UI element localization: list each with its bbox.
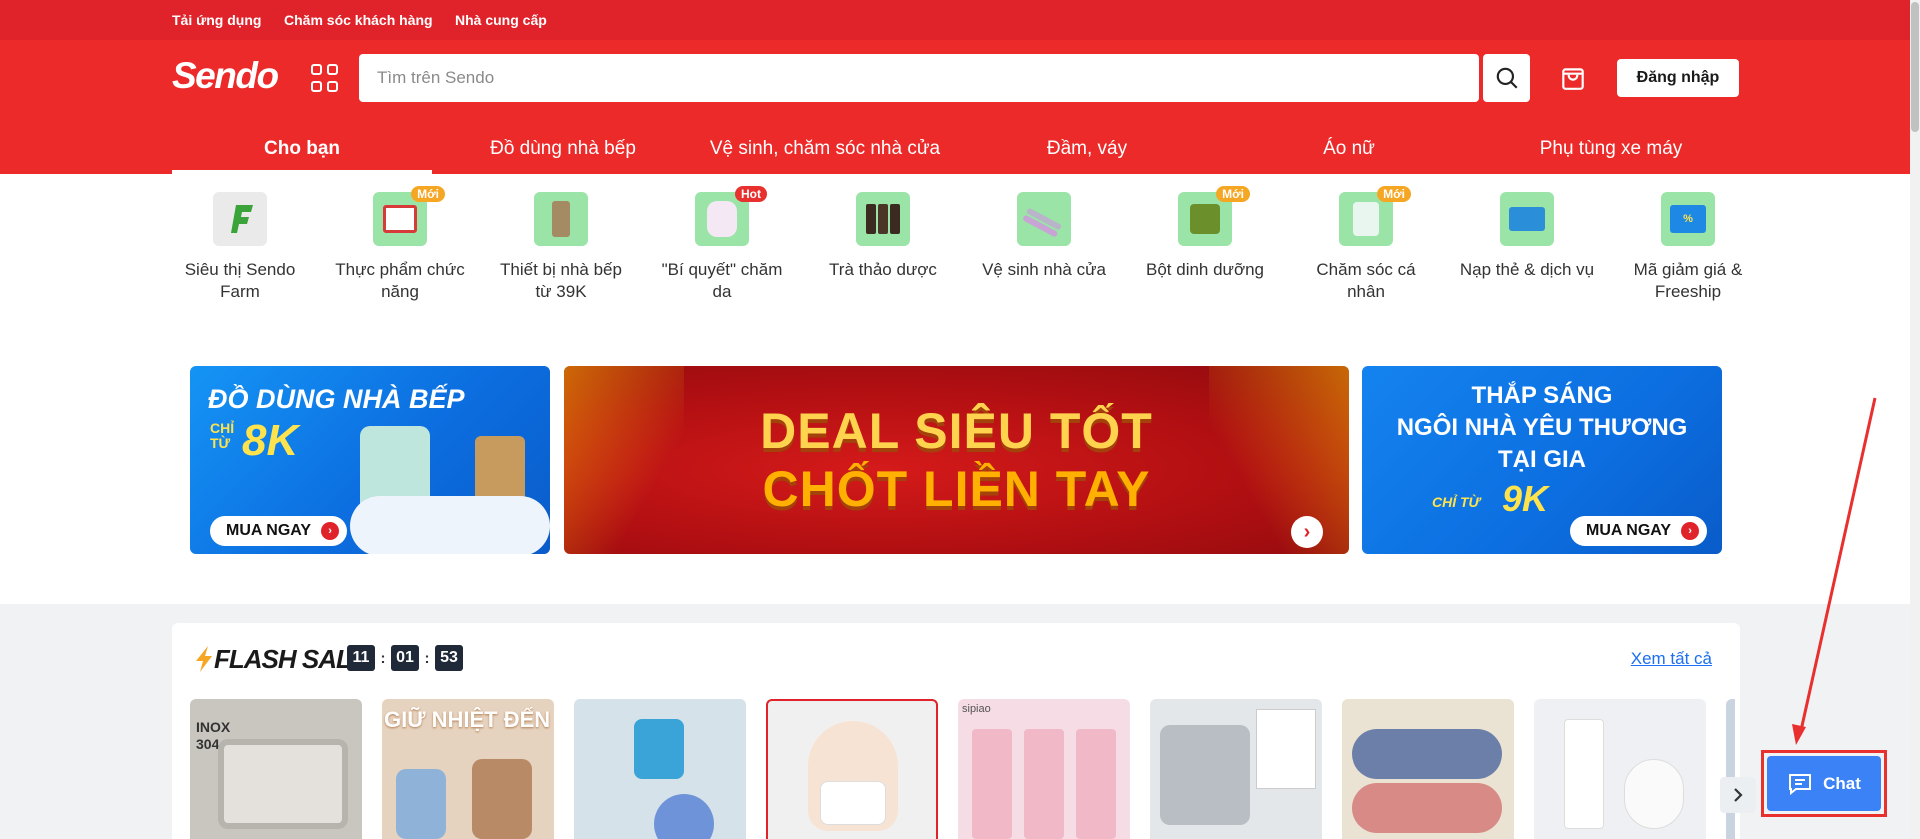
personal-care-icon: Mới	[1339, 186, 1411, 246]
topup-card-icon	[1500, 192, 1554, 246]
sendo-farm-icon	[213, 192, 267, 246]
see-all-link[interactable]: Xem tất cả	[1631, 649, 1712, 669]
page-content: Tải ứng dụng Chăm sóc khách hàng Nhà cun…	[0, 0, 1910, 839]
search-box	[359, 54, 1479, 102]
login-button[interactable]: Đăng nhập	[1617, 59, 1739, 97]
voucher-icon: %	[1661, 192, 1715, 246]
countdown-minutes: 01	[391, 645, 419, 671]
quick-category-nutrition-powder[interactable]: Mới Bột dinh dưỡng	[1137, 186, 1273, 281]
top-utility-bar: Tải ứng dụng Chăm sóc khách hàng Nhà cun…	[0, 0, 1910, 40]
chat-button[interactable]: Chat	[1767, 756, 1881, 811]
download-app-link[interactable]: Tải ứng dụng	[172, 12, 261, 28]
search-icon	[1496, 67, 1518, 89]
banner-next-arrow-icon[interactable]: ›	[1291, 516, 1323, 548]
countdown-seconds: 53	[435, 645, 463, 671]
page: Tải ứng dụng Chăm sóc khách hàng Nhà cun…	[0, 0, 1920, 839]
kitchen-devices-icon	[534, 192, 588, 246]
new-badge: Mới	[1377, 186, 1411, 202]
countdown-timer: 11 : 01 : 53	[347, 645, 463, 671]
quick-categories: Siêu thị Sendo Farm Mới Thực phẩm chức n…	[172, 186, 1742, 318]
product-card[interactable]	[766, 699, 938, 839]
chat-bubble-icon	[1789, 773, 1812, 795]
countdown-hours: 11	[347, 645, 375, 671]
deal-banner[interactable]: DEAL SIÊU TỐT CHỐT LIỀN TAY ›	[564, 366, 1349, 554]
lightning-icon	[196, 646, 212, 672]
flash-sale-products: INOX 304 GIỮ NHIỆT ĐẾN sipiao	[190, 699, 1735, 839]
new-badge: Mới	[411, 186, 445, 202]
tab-for-you[interactable]: Cho bạn	[172, 124, 432, 174]
hot-badge: Hot	[735, 186, 767, 202]
quick-category-home-cleaning[interactable]: Vệ sinh nhà cửa	[976, 188, 1112, 281]
quick-category-topup-services[interactable]: Nạp thẻ & dịch vụ	[1459, 188, 1595, 281]
nutrition-powder-icon: Mới	[1178, 186, 1250, 246]
quick-category-supplements[interactable]: Mới Thực phẩm chức năng	[332, 186, 468, 303]
categories-grid-icon[interactable]	[311, 64, 339, 92]
quick-category-vouchers[interactable]: % Mã giảm giá & Freeship	[1620, 188, 1756, 303]
products-next-button[interactable]	[1720, 777, 1756, 813]
cart-button[interactable]	[1557, 62, 1589, 94]
product-card[interactable]: sipiao	[958, 699, 1130, 839]
main-header: Sendo Đăng nhập Cho bạn Đồ dùng nhà bếp …	[0, 40, 1910, 174]
quick-category-kitchen-devices[interactable]: Thiết bị nhà bếp từ 39K	[493, 188, 629, 303]
tab-womens-tops[interactable]: Áo nữ	[1218, 124, 1480, 174]
search-button[interactable]	[1483, 54, 1530, 102]
active-tab-indicator	[172, 170, 432, 174]
search-input[interactable]	[359, 54, 1479, 102]
product-card[interactable]	[1726, 699, 1735, 839]
supplements-icon: Mới	[373, 186, 445, 246]
product-card[interactable]	[1150, 699, 1322, 839]
product-card[interactable]: GIỮ NHIỆT ĐẾN	[382, 699, 554, 839]
product-card[interactable]	[1534, 699, 1706, 839]
page-scrollbar[interactable]	[1910, 0, 1920, 839]
banner-buy-now-button[interactable]: MUA NGAY ›	[1570, 516, 1708, 546]
snow-image	[350, 496, 550, 554]
quick-category-herbal-tea[interactable]: Trà thảo dược	[815, 188, 951, 281]
tab-motorbike-parts[interactable]: Phụ tùng xe máy	[1480, 124, 1742, 174]
tab-dresses[interactable]: Đầm, váy	[956, 124, 1218, 174]
category-tabs: Cho bạn Đồ dùng nhà bếp Vệ sinh, chăm só…	[172, 124, 1740, 174]
cleaning-tools-icon	[1017, 192, 1071, 246]
kitchenware-banner[interactable]: ĐỒ DÙNG NHÀ BẾP CHỈ TỪ 8K MUA NGAY ›	[190, 366, 550, 554]
quick-category-sendo-farm[interactable]: Siêu thị Sendo Farm	[172, 188, 308, 303]
tab-kitchenware[interactable]: Đồ dùng nhà bếp	[432, 124, 694, 174]
quick-category-personal-care[interactable]: Mới Chăm sóc cá nhân	[1298, 186, 1434, 303]
product-card[interactable]: INOX 304	[190, 699, 362, 839]
flash-sale-section: FLASH SALE 11 : 01 : 53 Xem tất cả INOX …	[172, 623, 1756, 839]
product-card[interactable]	[1342, 699, 1514, 839]
new-badge: Mới	[1216, 186, 1250, 202]
shopping-bag-icon	[1562, 68, 1584, 90]
chevron-right-icon	[1734, 788, 1743, 802]
herbal-tea-icon	[856, 192, 910, 246]
product-card[interactable]	[574, 699, 746, 839]
customer-care-link[interactable]: Chăm sóc khách hàng	[284, 12, 433, 28]
quick-category-skincare[interactable]: Hot "Bí quyết" chăm da	[654, 186, 790, 303]
sendo-logo[interactable]: Sendo	[172, 55, 279, 97]
lighting-banner[interactable]: THẮP SÁNG NGÔI NHÀ YÊU THƯƠNG TẠI GIA CH…	[1362, 366, 1722, 554]
tab-home-cleaning[interactable]: Vệ sinh, chăm sóc nhà cửa	[694, 124, 956, 174]
skincare-mask-icon: Hot	[695, 186, 767, 246]
flash-sale-title: FLASH SALE	[194, 643, 368, 675]
banner-buy-now-button[interactable]: MUA NGAY ›	[210, 516, 348, 546]
scrollbar-thumb[interactable]	[1911, 2, 1919, 132]
supplier-link[interactable]: Nhà cung cấp	[455, 12, 547, 28]
